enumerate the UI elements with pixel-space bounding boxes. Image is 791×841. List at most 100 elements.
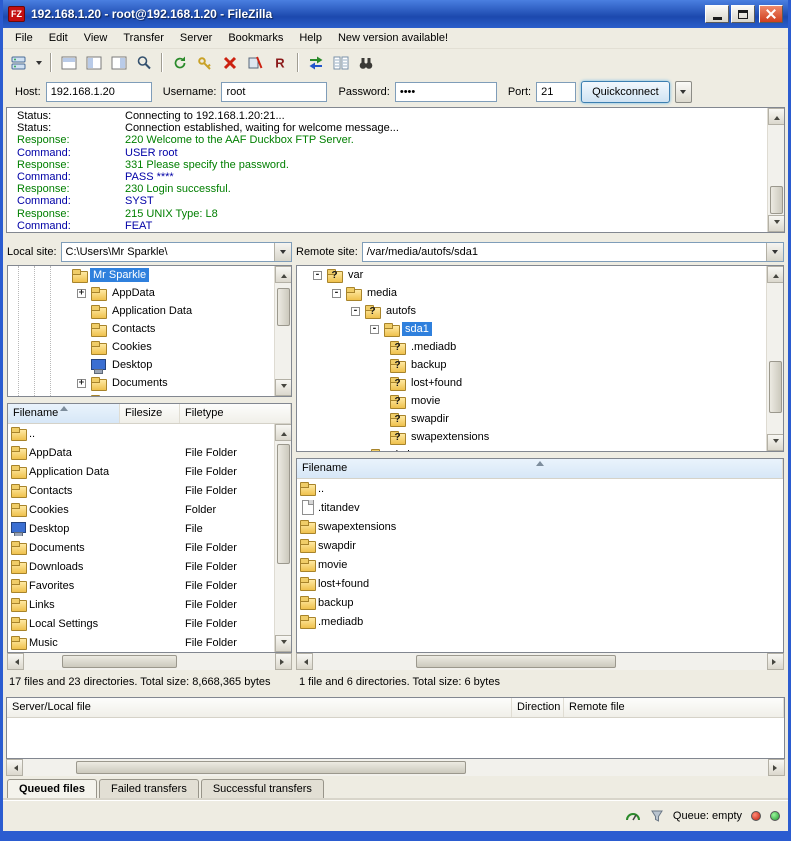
scrollbar-thumb[interactable] bbox=[76, 761, 466, 774]
site-manager-button[interactable] bbox=[7, 51, 31, 74]
file-row[interactable]: .mediadb bbox=[297, 612, 783, 631]
scroll-down-button[interactable] bbox=[768, 215, 785, 232]
expander-icon[interactable]: - bbox=[313, 271, 322, 280]
tree-item[interactable]: Cookies bbox=[8, 338, 291, 356]
tab-failed-transfers[interactable]: Failed transfers bbox=[99, 779, 199, 799]
tree-item[interactable]: Application Data bbox=[8, 302, 291, 320]
column-header-filename[interactable]: Filename bbox=[297, 459, 783, 478]
quickconnect-button[interactable]: Quickconnect bbox=[581, 81, 670, 103]
password-input[interactable] bbox=[395, 82, 497, 102]
maximize-button[interactable] bbox=[731, 5, 755, 23]
tree-item[interactable]: Desktop bbox=[8, 356, 291, 374]
filter-icon[interactable] bbox=[650, 809, 664, 823]
combo-dropdown-button[interactable] bbox=[766, 243, 783, 261]
file-row[interactable]: CookiesFolder bbox=[8, 500, 291, 519]
file-row[interactable]: Application DataFile Folder bbox=[8, 462, 291, 481]
tree-item[interactable]: dvd bbox=[297, 446, 783, 452]
scroll-up-button[interactable] bbox=[768, 108, 785, 125]
file-row[interactable]: AppDataFile Folder bbox=[8, 443, 291, 462]
close-button[interactable] bbox=[759, 5, 783, 23]
remote-list-hscrollbar[interactable] bbox=[296, 653, 784, 670]
column-header-server-local-file[interactable]: Server/Local file bbox=[7, 698, 512, 717]
scrollbar-thumb[interactable] bbox=[277, 444, 290, 564]
file-row[interactable]: lost+found bbox=[297, 574, 783, 593]
file-row[interactable]: Local SettingsFile Folder bbox=[8, 614, 291, 633]
find-files-button[interactable] bbox=[354, 51, 378, 74]
file-row[interactable]: .. bbox=[8, 424, 291, 443]
scroll-left-button[interactable] bbox=[7, 653, 24, 670]
expander-icon[interactable]: + bbox=[77, 397, 86, 398]
file-row[interactable]: .. bbox=[297, 479, 783, 498]
menu-file[interactable]: File bbox=[7, 29, 41, 47]
disconnect-button[interactable] bbox=[243, 51, 267, 74]
tree-item[interactable]: Contacts bbox=[8, 320, 291, 338]
scroll-up-button[interactable] bbox=[275, 266, 292, 283]
file-row[interactable]: DocumentsFile Folder bbox=[8, 538, 291, 557]
site-manager-dropdown[interactable] bbox=[32, 51, 45, 74]
synchronized-browsing-button[interactable] bbox=[304, 51, 328, 74]
file-row[interactable]: DesktopFile bbox=[8, 519, 291, 538]
remote-tree-vscrollbar[interactable] bbox=[766, 266, 783, 451]
minimize-button[interactable] bbox=[705, 5, 729, 23]
column-header-remote-file[interactable]: Remote file bbox=[564, 698, 784, 717]
toggle-transfer-queue-button[interactable] bbox=[132, 51, 156, 74]
tree-item[interactable]: Mr Sparkle bbox=[8, 266, 291, 284]
speed-limits-icon[interactable] bbox=[625, 809, 641, 823]
column-header-direction[interactable]: Direction bbox=[512, 698, 564, 717]
scroll-up-button[interactable] bbox=[275, 424, 292, 441]
cancel-button[interactable] bbox=[218, 51, 242, 74]
column-header-filesize[interactable]: Filesize bbox=[120, 404, 180, 423]
expander-icon[interactable]: - bbox=[351, 307, 360, 316]
scroll-left-button[interactable] bbox=[6, 759, 23, 776]
tree-item[interactable]: +Documents bbox=[8, 374, 291, 392]
menu-edit[interactable]: Edit bbox=[41, 29, 76, 47]
menu-server[interactable]: Server bbox=[172, 29, 220, 47]
menu-view[interactable]: View bbox=[76, 29, 116, 47]
tree-item[interactable]: swapextensions bbox=[297, 428, 783, 446]
scrollbar-thumb[interactable] bbox=[62, 655, 177, 668]
directory-comparison-button[interactable] bbox=[329, 51, 353, 74]
host-input[interactable] bbox=[46, 82, 152, 102]
column-header-filename[interactable]: Filename bbox=[8, 404, 120, 423]
username-input[interactable] bbox=[221, 82, 327, 102]
scrollbar-thumb[interactable] bbox=[416, 655, 616, 668]
scroll-down-button[interactable] bbox=[275, 635, 292, 652]
title-bar[interactable]: FZ 192.168.1.20 - root@192.168.1.20 - Fi… bbox=[3, 0, 788, 28]
menu-new-version[interactable]: New version available! bbox=[330, 29, 456, 47]
column-header-filetype[interactable]: Filetype bbox=[180, 404, 291, 423]
tab-queued-files[interactable]: Queued files bbox=[7, 779, 97, 799]
tree-item[interactable]: +Downloads bbox=[8, 392, 291, 397]
scroll-down-button[interactable] bbox=[275, 379, 292, 396]
file-row[interactable]: ContactsFile Folder bbox=[8, 481, 291, 500]
local-tree-vscrollbar[interactable] bbox=[274, 266, 291, 396]
scrollbar-thumb[interactable] bbox=[770, 186, 783, 214]
expander-icon[interactable]: + bbox=[77, 379, 86, 388]
tree-item[interactable]: -media bbox=[297, 284, 783, 302]
tree-item[interactable]: lost+found bbox=[297, 374, 783, 392]
tree-item[interactable]: backup bbox=[297, 356, 783, 374]
file-row[interactable]: movie bbox=[297, 555, 783, 574]
local-list-vscrollbar[interactable] bbox=[274, 424, 291, 652]
file-row[interactable]: FavoritesFile Folder bbox=[8, 576, 291, 595]
file-row[interactable]: DownloadsFile Folder bbox=[8, 557, 291, 576]
tree-item[interactable]: swapdir bbox=[297, 410, 783, 428]
file-row[interactable]: swapextensions bbox=[297, 517, 783, 536]
tree-item[interactable]: movie bbox=[297, 392, 783, 410]
file-row[interactable]: backup bbox=[297, 593, 783, 612]
refresh-button[interactable] bbox=[168, 51, 192, 74]
tree-item[interactable]: .mediadb bbox=[297, 338, 783, 356]
tree-item[interactable]: +AppData bbox=[8, 284, 291, 302]
expander-icon[interactable]: - bbox=[370, 325, 379, 334]
toggle-local-tree-button[interactable] bbox=[82, 51, 106, 74]
remote-site-combobox[interactable]: /var/media/autofs/sda1 bbox=[362, 242, 784, 262]
scroll-right-button[interactable] bbox=[768, 759, 785, 776]
tree-item[interactable]: -sda1 bbox=[297, 320, 783, 338]
tree-item[interactable]: -autofs bbox=[297, 302, 783, 320]
scroll-right-button[interactable] bbox=[767, 653, 784, 670]
file-row[interactable]: MusicFile Folder bbox=[8, 633, 291, 652]
file-row[interactable]: .titandev bbox=[297, 498, 783, 517]
scrollbar-thumb[interactable] bbox=[277, 288, 290, 326]
scroll-right-button[interactable] bbox=[275, 653, 292, 670]
scroll-down-button[interactable] bbox=[767, 434, 784, 451]
log-vscrollbar[interactable] bbox=[767, 108, 784, 232]
